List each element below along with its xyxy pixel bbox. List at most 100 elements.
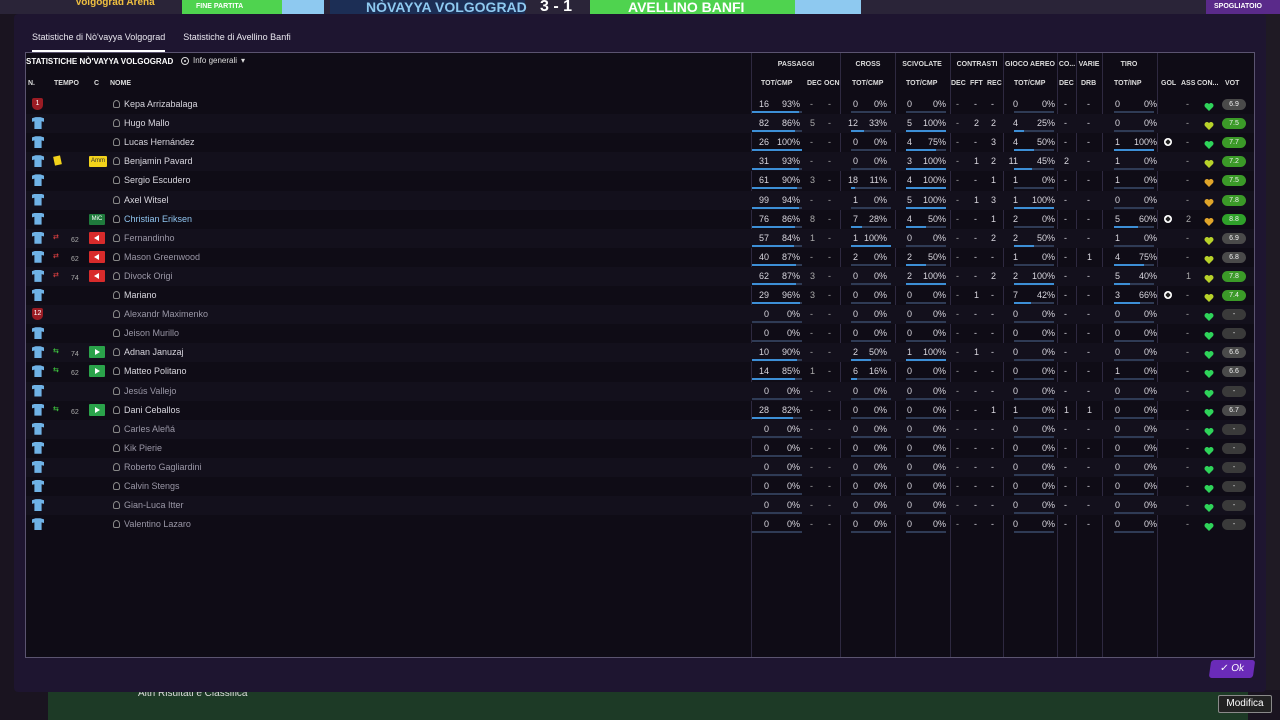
player-name[interactable]: Dani Ceballos bbox=[124, 405, 180, 416]
sciv-total: 0 bbox=[906, 328, 912, 339]
player-name[interactable]: Kepa Arrizabalaga bbox=[124, 99, 198, 110]
con-fft: 1 bbox=[974, 347, 980, 358]
cross-bar bbox=[851, 531, 891, 534]
col-vot[interactable]: VOT bbox=[1225, 80, 1239, 87]
drb: - bbox=[1087, 461, 1090, 472]
col-pass-totcmp[interactable]: TOT/CMP bbox=[761, 80, 792, 87]
tiro-bar bbox=[1114, 282, 1154, 285]
table-row[interactable]: Roberto Gagliardini 0 0% - -0 0% 0 0% - - -0 0% - -0 0… bbox=[26, 457, 1254, 477]
con-fft: - bbox=[974, 500, 977, 511]
ok-button[interactable]: ✓ Ok bbox=[1208, 660, 1256, 678]
co-dec: - bbox=[1064, 366, 1067, 377]
con-dec: - bbox=[956, 500, 959, 511]
table-row[interactable]: ⇆ 62 Dani Ceballos 28 82% - -0 0% 0 0% - -1 1 0% 1 1 0 0%… bbox=[26, 401, 1254, 420]
spogliatoio-button[interactable]: SPOGLIATOIO bbox=[1206, 0, 1280, 14]
pass-bar bbox=[752, 149, 802, 152]
player-name[interactable]: Mariano bbox=[124, 290, 157, 301]
player-name[interactable]: Valentino Lazaro bbox=[124, 519, 191, 530]
table-row[interactable]: Mariano 29 96% 3-0 0% 0 0% -1-7 42% - -3 66% -7.4 bbox=[26, 286, 1254, 305]
sciv-pct: 0% bbox=[932, 519, 946, 530]
player-name[interactable]: Sergio Escudero bbox=[124, 175, 191, 186]
table-row[interactable]: Valentino Lazaro 0 0% - -0 0% 0 0% - - -0 0% - -0 0% - - bbox=[26, 515, 1254, 534]
sciv-pct: 0% bbox=[932, 423, 946, 434]
con-fft: 2 bbox=[974, 118, 980, 129]
col-aer-totcmp[interactable]: TOT/CMP bbox=[1014, 80, 1045, 87]
table-row[interactable]: Hugo Mallo 82 86% 5-12 33% 5 100% -2 2 4 25% - -0 0% -… bbox=[26, 114, 1254, 134]
col-pass-ocn[interactable]: OCN bbox=[824, 80, 840, 87]
tab-away-stats[interactable]: Statistiche di Avellino Banfi bbox=[183, 32, 290, 52]
col-con-fft[interactable]: FFT bbox=[970, 80, 983, 87]
col-drb[interactable]: DRB bbox=[1081, 80, 1096, 87]
col-con-rec[interactable]: REC bbox=[987, 80, 1002, 87]
player-name[interactable]: Adnan Januzaj bbox=[124, 347, 184, 358]
tiro-bar bbox=[1114, 454, 1154, 457]
table-row[interactable]: 12 Alexandr Maximenko 0 0% - -0 0% 0 0% - - -0 0% - -0… bbox=[26, 305, 1254, 325]
table-row[interactable]: Kik Pierie 0 0% - -0 0% 0 0% - - -0 0% - -0 0% - - bbox=[26, 439, 1254, 458]
view-dropdown[interactable]: Info generali ▾ bbox=[181, 56, 245, 65]
col-gol[interactable]: GOL bbox=[1161, 80, 1176, 87]
player-name[interactable]: Kik Pierie bbox=[124, 443, 162, 454]
table-row[interactable]: 1 Kepa Arrizabalaga 16 93% - -0 0% 0 0% - - -0 0% - -0… bbox=[26, 95, 1254, 114]
table-row[interactable]: ⇆ 74 Adnan Januzaj 10 90% - -2 50% 1 100% -1-0 0% - -… bbox=[26, 343, 1254, 363]
player-name[interactable]: Carles Aleñá bbox=[124, 424, 175, 435]
col-con-dec[interactable]: DEC bbox=[951, 80, 966, 87]
col-n[interactable]: N. bbox=[28, 80, 35, 87]
player-icon bbox=[113, 252, 120, 261]
aer-pct: 0% bbox=[1041, 213, 1055, 224]
table-row[interactable]: ⇄ 62 Fernandinho 57 84% 1-1 100% 0 0% - -2 2 50% - -1 0… bbox=[26, 228, 1254, 248]
col-ass[interactable]: ASS bbox=[1181, 80, 1195, 87]
table-row[interactable]: Axel Witsel 99 94% - -1 0% 5 100% -1 3 1 100% - -0 0% -… bbox=[26, 190, 1254, 210]
table-row[interactable]: ⇄ 74 Divock Origi 62 87% 3-0 0% 2 100% - -2 2 100% - -… bbox=[26, 266, 1254, 286]
yellow-card-icon bbox=[53, 155, 62, 166]
sciv-pct: 0% bbox=[932, 404, 946, 415]
tiro-pct: 40% bbox=[1138, 270, 1157, 281]
con-rec: - bbox=[991, 251, 994, 262]
chevron-down-icon: ▾ bbox=[241, 56, 246, 65]
player-name[interactable]: Alexandr Maximenko bbox=[124, 309, 208, 320]
table-row[interactable]: ⇆ 62 Matteo Politano 14 85% 1-6 16% 0 0% - - -0 0% - -… bbox=[26, 362, 1254, 381]
con-rec: - bbox=[991, 366, 994, 377]
col-c[interactable]: C bbox=[94, 80, 99, 87]
co-dec: - bbox=[1064, 290, 1067, 300]
col-nome[interactable]: NOME bbox=[110, 80, 131, 87]
modifica-button[interactable]: Modifica bbox=[1218, 695, 1272, 713]
table-row[interactable]: Calvin Stengs 0 0% - -0 0% 0 0% - - -0 0% - -0 0% - - bbox=[26, 477, 1254, 496]
col-tempo[interactable]: TEMPO bbox=[54, 80, 79, 87]
pass-dec: - bbox=[810, 251, 813, 262]
col-co-dec[interactable]: DEC bbox=[1059, 80, 1074, 87]
table-row[interactable]: Amm Benjamin Pavard 31 93% - -0 0% 3 100% -1 2 11 45… bbox=[26, 152, 1254, 172]
player-name[interactable]: Benjamin Pavard bbox=[124, 156, 193, 167]
col-pass-dec[interactable]: DEC bbox=[807, 80, 822, 87]
aer-pct: 42% bbox=[1036, 290, 1055, 300]
table-row[interactable]: Gian-Luca Itter 0 0% - -0 0% 0 0% - - -0 0% - -0 0% - - bbox=[26, 496, 1254, 516]
col-con[interactable]: CON... bbox=[1197, 80, 1218, 87]
table-row[interactable]: MiC Christian Eriksen 76 86% 8-7 28% 4 50% - -1 2 0… bbox=[26, 210, 1254, 229]
col-tiro-totinp[interactable]: TOT/INP bbox=[1114, 80, 1141, 87]
col-sciv-totcmp[interactable]: TOT/CMP bbox=[906, 80, 937, 87]
table-row[interactable]: Carles Aleñá 0 0% - -0 0% 0 0% - - -0 0% - -0 0% - - bbox=[26, 419, 1254, 439]
tiro-pct: 0% bbox=[1143, 328, 1157, 339]
tab-home-stats[interactable]: Statistiche di Nò'vayya Volgograd bbox=[32, 32, 166, 52]
player-name[interactable]: Gian-Luca Itter bbox=[124, 500, 184, 511]
table-row[interactable]: Sergio Escudero 61 90% 3-18 11% 4 100% - -1 1 0% - -… bbox=[26, 171, 1254, 190]
table-row[interactable]: Jesús Vallejo 0 0% - -0 0% 0 0% - - -0 0% - -0 0% - - bbox=[26, 381, 1254, 401]
table-row[interactable]: ⇄ 62 Mason Greenwood 40 87% - -2 0% 2 50% - - -1 0% -1… bbox=[26, 248, 1254, 267]
table-row[interactable]: Lucas Hernández 26 100% - -0 0% 4 75% - -3 4 50% - -1… bbox=[26, 133, 1254, 152]
player-name[interactable]: Axel Witsel bbox=[124, 195, 169, 206]
col-cross-totcmp[interactable]: TOT/CMP bbox=[852, 80, 883, 87]
player-name[interactable]: Roberto Gagliardini bbox=[124, 462, 202, 473]
pass-bar bbox=[752, 111, 802, 113]
player-name[interactable]: Christian Eriksen bbox=[124, 214, 192, 225]
player-name[interactable]: Jeison Murillo bbox=[124, 328, 179, 339]
table-row[interactable]: Jeison Murillo 0 0% - -0 0% 0 0% - - -0 0% - -0 0% - - bbox=[26, 324, 1254, 343]
player-name[interactable]: Hugo Mallo bbox=[124, 118, 170, 129]
tiro-pct: 0% bbox=[1143, 461, 1157, 472]
player-name[interactable]: Lucas Hernández bbox=[124, 137, 195, 148]
aer-bar bbox=[1014, 321, 1054, 324]
player-name[interactable]: Jesús Vallejo bbox=[124, 386, 176, 397]
player-name[interactable]: Calvin Stengs bbox=[124, 481, 180, 492]
player-name[interactable]: Divock Origi bbox=[124, 271, 173, 282]
player-name[interactable]: Matteo Politano bbox=[124, 366, 187, 377]
player-name[interactable]: Fernandinho bbox=[124, 233, 175, 244]
player-name[interactable]: Mason Greenwood bbox=[124, 252, 200, 263]
